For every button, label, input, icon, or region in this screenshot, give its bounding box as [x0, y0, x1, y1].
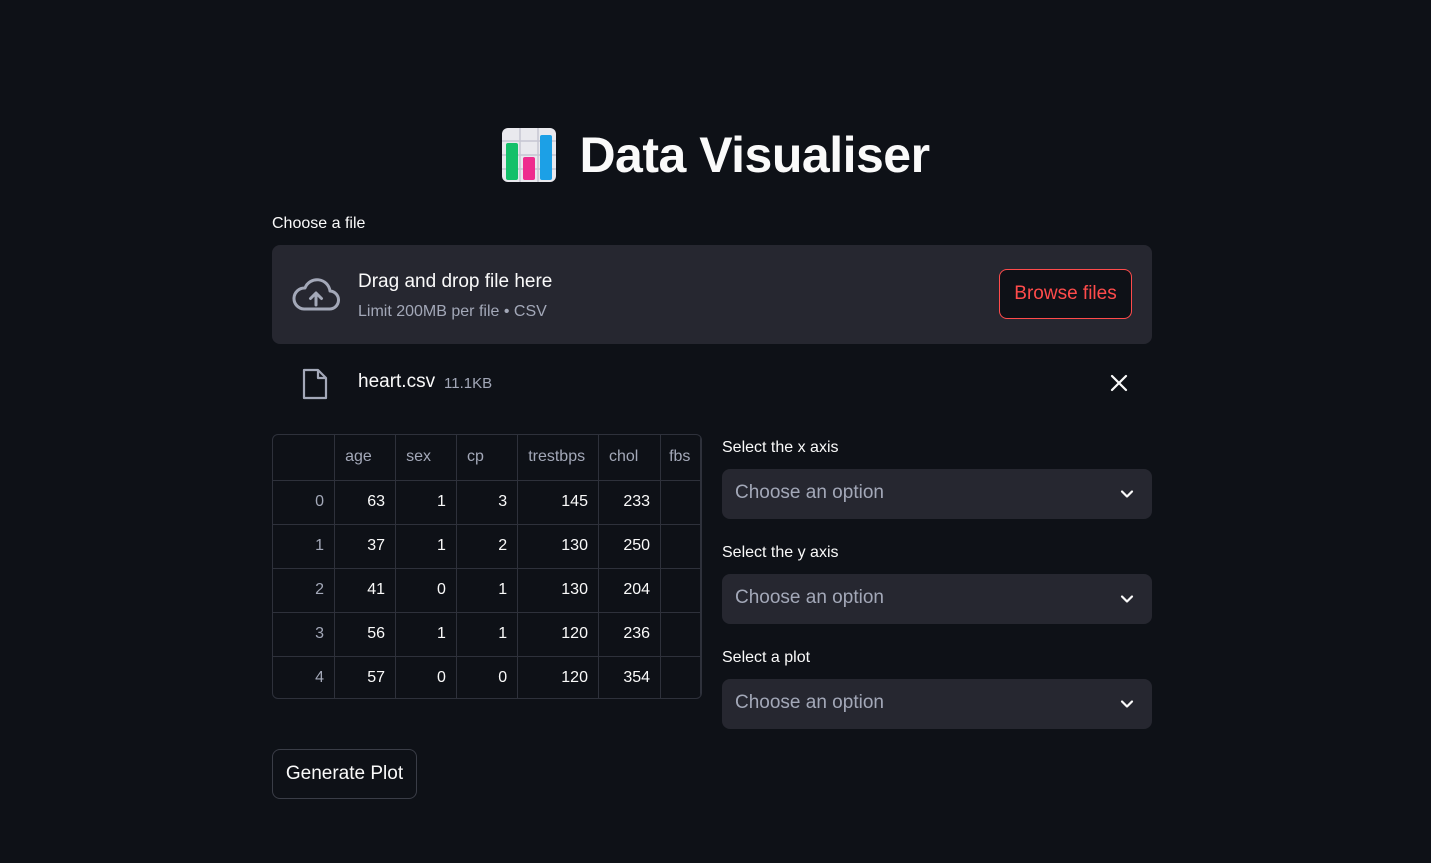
table-cell[interactable]: [660, 656, 701, 698]
table-cell[interactable]: 63: [334, 480, 397, 525]
table-cell[interactable]: 1: [395, 612, 457, 657]
column-header-age[interactable]: age: [334, 435, 397, 481]
table-cell[interactable]: 120: [517, 656, 599, 698]
dropzone-limit-text: Limit 200MB per file • CSV: [358, 303, 547, 320]
x-axis-select[interactable]: Choose an option: [722, 469, 1152, 519]
table-cell[interactable]: 37: [334, 524, 397, 569]
table-cell[interactable]: 130: [517, 568, 599, 613]
column-header-trestbps[interactable]: trestbps: [517, 435, 599, 481]
table-cell[interactable]: 57: [334, 656, 397, 698]
table-cell[interactable]: 130: [517, 524, 599, 569]
table-cell[interactable]: 0: [456, 656, 519, 698]
table-cell[interactable]: 236: [598, 612, 662, 657]
file-uploader-label: Choose a file: [272, 215, 366, 232]
table-cell[interactable]: 120: [517, 612, 599, 657]
chevron-down-icon: [1120, 490, 1134, 498]
table-header-row: age sex cp trestbps chol fbs: [273, 435, 701, 481]
x-axis-select-value: Choose an option: [735, 482, 884, 503]
file-dropzone[interactable]: Drag and drop file here Limit 200MB per …: [272, 245, 1152, 344]
table-cell[interactable]: [660, 524, 701, 569]
column-header-chol[interactable]: chol: [598, 435, 662, 481]
table-row: 3 56 1 1 120 236: [273, 612, 701, 657]
column-header-sex[interactable]: sex: [395, 435, 457, 481]
page-header: Data Visualiser: [0, 126, 1431, 184]
table-row: 0 63 1 3 145 233: [273, 480, 701, 525]
app-page: Data Visualiser Choose a file Drag and d…: [0, 0, 1431, 863]
table-cell[interactable]: 2: [456, 524, 519, 569]
table-cell[interactable]: 145: [517, 480, 599, 525]
y-axis-select[interactable]: Choose an option: [722, 574, 1152, 624]
table-row: 4 57 0 0 120 354: [273, 656, 701, 698]
table-cell[interactable]: 1: [456, 612, 519, 657]
plot-type-select[interactable]: Choose an option: [722, 679, 1152, 729]
table-cell[interactable]: [660, 480, 701, 525]
table-cell[interactable]: 1: [395, 480, 457, 525]
column-header-cp[interactable]: cp: [456, 435, 519, 481]
table-cell[interactable]: 354: [598, 656, 662, 698]
chevron-down-icon: [1120, 700, 1134, 708]
x-axis-label: Select the x axis: [722, 439, 839, 456]
y-axis-select-value: Choose an option: [735, 587, 884, 608]
table-cell[interactable]: 233: [598, 480, 662, 525]
table-row: 1 37 1 2 130 250: [273, 524, 701, 569]
table-cell[interactable]: 0: [395, 656, 457, 698]
plot-type-label: Select a plot: [722, 649, 811, 666]
generate-plot-button[interactable]: Generate Plot: [272, 749, 417, 799]
table-cell[interactable]: [660, 612, 701, 657]
column-header-fbs[interactable]: fbs: [660, 435, 701, 481]
dataframe-table[interactable]: age sex cp trestbps chol fbs 0 63 1 3 14…: [272, 434, 702, 699]
bar-chart-icon: [502, 128, 557, 182]
cloud-upload-icon: [292, 278, 340, 311]
table-cell[interactable]: 0: [395, 568, 457, 613]
browse-files-button[interactable]: Browse files: [999, 269, 1132, 319]
plot-type-select-value: Choose an option: [735, 692, 884, 713]
row-index-cell[interactable]: 0: [273, 480, 336, 525]
close-icon[interactable]: [1108, 372, 1130, 394]
table-cell[interactable]: 1: [456, 568, 519, 613]
table-cell[interactable]: 56: [334, 612, 397, 657]
table-cell[interactable]: 1: [395, 524, 457, 569]
file-icon: [302, 368, 328, 400]
chevron-down-icon: [1120, 595, 1134, 603]
uploaded-file-size: 11.1KB: [444, 375, 493, 392]
table-cell[interactable]: 41: [334, 568, 397, 613]
row-index-cell[interactable]: 1: [273, 524, 336, 569]
dropzone-title: Drag and drop file here: [358, 271, 553, 292]
table-cell[interactable]: 250: [598, 524, 662, 569]
column-header-index[interactable]: [273, 435, 336, 481]
table-cell[interactable]: 204: [598, 568, 662, 613]
y-axis-label: Select the y axis: [722, 544, 839, 561]
row-index-cell[interactable]: 4: [273, 656, 336, 698]
uploaded-file-name: heart.csv: [358, 371, 436, 392]
table-row: 2 41 0 1 130 204: [273, 568, 701, 613]
table-cell[interactable]: 3: [456, 480, 519, 525]
table-cell[interactable]: [660, 568, 701, 613]
page-title: Data Visualiser: [579, 127, 930, 183]
row-index-cell[interactable]: 3: [273, 612, 336, 657]
row-index-cell[interactable]: 2: [273, 568, 336, 613]
